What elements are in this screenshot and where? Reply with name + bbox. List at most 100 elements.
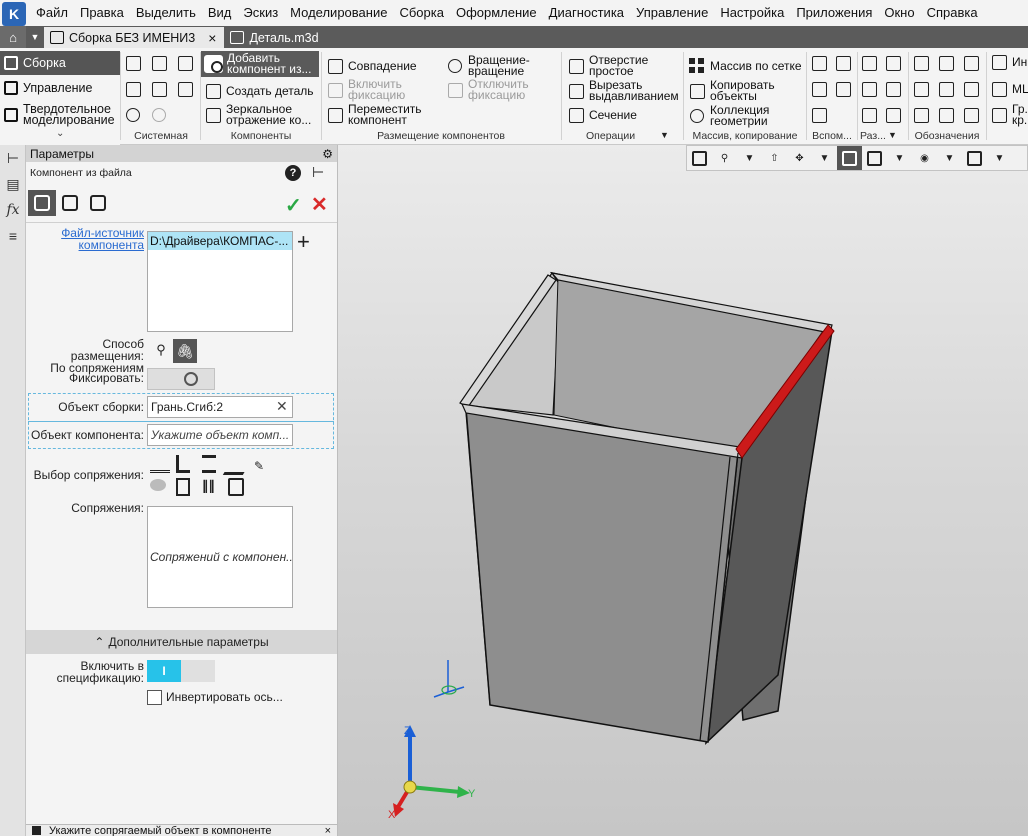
tab-assembly[interactable]: Сборка БЕЗ ИМЕНИ3 ×: [44, 27, 225, 48]
plane-icon[interactable]: [810, 54, 828, 72]
chevron-down-icon[interactable]: ▼: [660, 130, 669, 140]
position-icon[interactable]: [937, 80, 955, 98]
menu-item[interactable]: Моделирование: [284, 0, 393, 26]
rotation-rotation-button[interactable]: Вращение- вращение: [446, 54, 530, 77]
menu-item[interactable]: Файл: [30, 0, 74, 26]
open-folder-icon[interactable]: [150, 54, 168, 72]
include-spec-toggle[interactable]: I: [147, 660, 215, 682]
from-file-mode-button[interactable]: [28, 190, 56, 216]
placement-by-mates-icon[interactable]: 🖇: [173, 339, 197, 363]
ok-checkmark-icon[interactable]: ✓: [285, 193, 302, 218]
grid-array-button[interactable]: Массив по сетке: [688, 57, 802, 75]
radial-dimension-icon[interactable]: [884, 80, 902, 98]
from-library-mode-button[interactable]: [56, 190, 84, 216]
concentric-mate-icon[interactable]: [176, 478, 190, 496]
model-graphics[interactable]: Z Y X: [338, 145, 1028, 836]
menu-item[interactable]: Управление: [630, 0, 714, 26]
symmetry-mate-icon[interactable]: ∥∥: [202, 478, 222, 496]
distance-mate-icon[interactable]: ✎: [254, 459, 274, 477]
on-surface-mate-icon[interactable]: [228, 478, 244, 496]
undo-icon[interactable]: [124, 106, 142, 124]
clear-x-icon[interactable]: ✕: [276, 398, 288, 415]
source-file-label[interactable]: Файл-источник компонента: [46, 227, 144, 251]
menu-item[interactable]: Диагностика: [543, 0, 630, 26]
menu-item[interactable]: Приложения: [790, 0, 878, 26]
from-standard-mode-button[interactable]: [84, 190, 112, 216]
invert-axis-checkbox[interactable]: [147, 690, 162, 705]
cut-extrude-button[interactable]: Вырезать выдавливанием: [567, 79, 679, 102]
menu-item[interactable]: Эскиз: [237, 0, 284, 26]
menu-item[interactable]: Оформление: [450, 0, 543, 26]
text-icon[interactable]: [962, 106, 980, 124]
settings-gear-icon[interactable]: ⚙: [322, 147, 333, 161]
perpendicular-mate-icon[interactable]: [176, 455, 190, 473]
weld-icon[interactable]: [912, 106, 930, 124]
ribbon-overflow-button-1[interactable]: Ин...: [990, 53, 1028, 71]
print-icon[interactable]: [124, 80, 142, 98]
3d-viewport[interactable]: ⚲ ▼ ⇧ ✥ ▼ ▼ ◉ ▼ ▼ Z Y X: [338, 145, 1028, 836]
mode-assembly[interactable]: Сборка: [0, 51, 120, 75]
simple-hole-button[interactable]: Отверстие простое: [567, 54, 648, 77]
model-tree-icon[interactable]: ⊢: [0, 145, 26, 171]
home-icon[interactable]: ⌂: [0, 26, 26, 48]
tab-part[interactable]: Деталь.m3d: [224, 27, 326, 48]
menu-item[interactable]: Правка: [74, 0, 130, 26]
menu-item[interactable]: Выделить: [130, 0, 202, 26]
placement-by-point-icon[interactable]: ⚲: [150, 339, 172, 361]
menu-item[interactable]: Настройка: [714, 0, 790, 26]
source-file-list[interactable]: D:\Драйвера\КОМПАС-...: [147, 231, 293, 332]
save-icon[interactable]: [176, 54, 194, 72]
axis-icon[interactable]: [834, 54, 852, 72]
roughness-icon[interactable]: [937, 54, 955, 72]
menu-item[interactable]: Окно: [878, 0, 920, 26]
move-component-button[interactable]: Переместить компонент: [326, 103, 422, 126]
angle-dimension-icon[interactable]: [860, 80, 878, 98]
line-icon[interactable]: [810, 106, 828, 124]
height-dimension-icon[interactable]: [884, 106, 902, 124]
base-icon[interactable]: [962, 54, 980, 72]
linear-dimension-icon[interactable]: [860, 54, 878, 72]
menu-item[interactable]: Справка: [921, 0, 984, 26]
mirror-component-button[interactable]: Зеркальное отражение ко...: [204, 103, 311, 126]
add-plus-icon[interactable]: +: [297, 229, 310, 255]
cancel-x-icon[interactable]: ✕: [311, 192, 328, 217]
assembly-object-field[interactable]: Грань.Сгиб:2: [147, 396, 293, 418]
ribbon-overflow-button-2[interactable]: МЦ...: [990, 80, 1028, 98]
advanced-parameters-header[interactable]: ⌃ Дополнительные параметры: [26, 630, 337, 654]
create-part-button[interactable]: Создать деталь: [204, 82, 314, 100]
tree-icon[interactable]: [176, 80, 194, 98]
chevron-down-icon[interactable]: ▼: [26, 26, 44, 48]
mode-solid-modeling[interactable]: Твердотельное моделирование: [0, 103, 115, 126]
properties-icon[interactable]: ▤: [0, 171, 26, 197]
copy-objects-button[interactable]: Копировать объекты: [688, 79, 775, 102]
source-file-item[interactable]: D:\Драйвера\КОМПАС-...: [148, 232, 292, 250]
marking-icon[interactable]: [937, 106, 955, 124]
add-component-button[interactable]: Добавить компонент из...: [201, 51, 319, 77]
properties-icon[interactable]: [150, 80, 168, 98]
thread-icon[interactable]: [912, 54, 930, 72]
diameter-dimension-icon[interactable]: [884, 54, 902, 72]
tree-structure-icon[interactable]: ⊢: [312, 164, 324, 181]
mates-list[interactable]: Сопряжений с компонен...: [147, 506, 293, 608]
tolerance-icon[interactable]: [962, 80, 980, 98]
close-icon[interactable]: ×: [325, 825, 337, 836]
component-object-field[interactable]: Укажите объект комп...: [147, 424, 293, 446]
leader-icon[interactable]: [912, 80, 930, 98]
offset-plane-icon[interactable]: [810, 80, 828, 98]
geometry-collection-button[interactable]: Коллекция геометрии: [688, 104, 769, 127]
chevron-down-icon[interactable]: ⌄: [56, 128, 64, 139]
front-face[interactable]: [465, 407, 739, 743]
chevron-down-icon[interactable]: ▼: [888, 130, 897, 140]
layers-icon[interactable]: ≡: [0, 223, 26, 249]
global-axis-triad[interactable]: Z Y X: [388, 725, 476, 821]
new-file-icon[interactable]: [124, 54, 142, 72]
angle-mate-icon[interactable]: [222, 457, 254, 475]
menu-item[interactable]: Вид: [202, 0, 238, 26]
app-logo[interactable]: K: [2, 1, 26, 26]
help-icon[interactable]: ?: [285, 165, 301, 181]
variables-icon[interactable]: fx: [0, 197, 26, 223]
point-icon[interactable]: [834, 80, 852, 98]
mode-management[interactable]: Управление: [0, 81, 93, 95]
parallel-mate-icon[interactable]: [150, 455, 170, 473]
close-icon[interactable]: ×: [208, 30, 216, 46]
